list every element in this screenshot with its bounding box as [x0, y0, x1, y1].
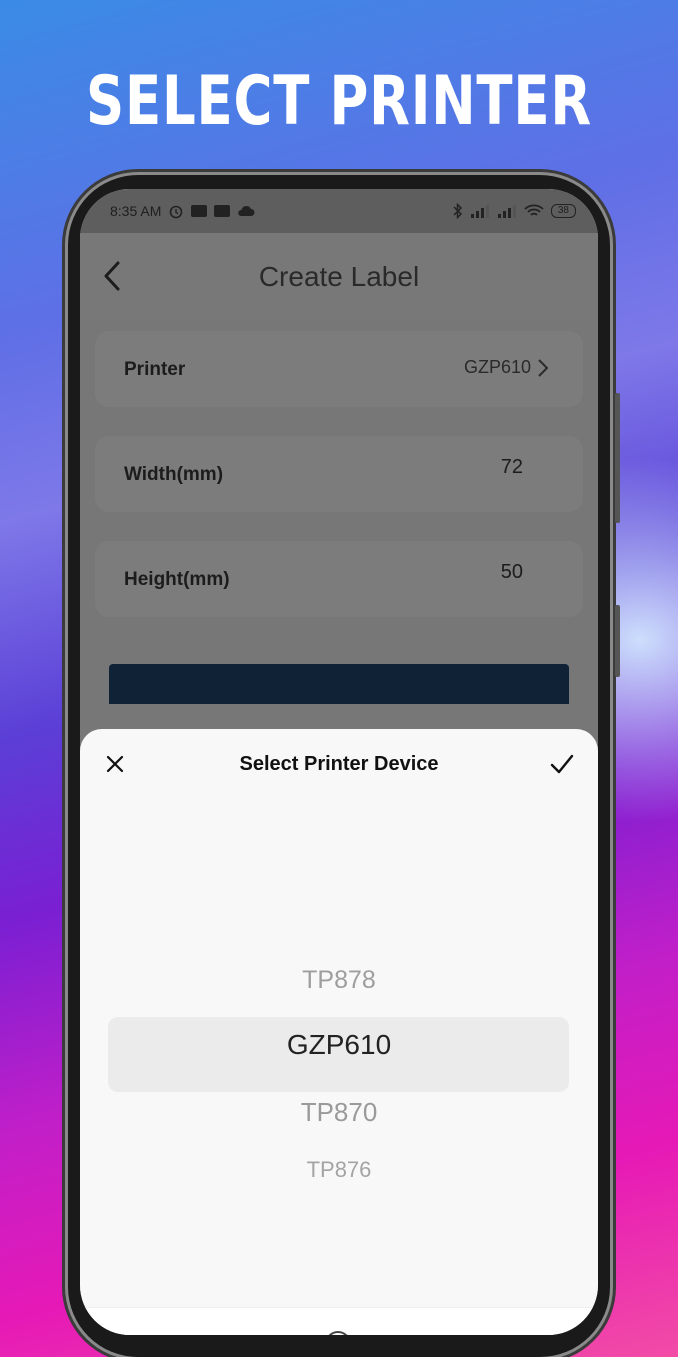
system-nav-bar	[80, 1307, 598, 1335]
bluetooth-icon	[453, 203, 462, 219]
promo-title: SELECT PRINTER	[85, 62, 593, 141]
power-button	[615, 605, 620, 677]
checkmark-icon[interactable]	[550, 753, 574, 775]
picker-option-selected[interactable]: GZP610	[80, 1029, 598, 1061]
chevron-right-icon	[538, 359, 549, 377]
select-printer-sheet: Select Printer Device TP878 GZP610 TP870…	[80, 729, 598, 1335]
height-row: Height(mm) 50	[95, 541, 583, 617]
sheet-title: Select Printer Device	[239, 753, 439, 775]
cloud-icon	[238, 205, 255, 216]
status-time: 8:35 AM	[110, 203, 162, 219]
width-input[interactable]: 72	[501, 456, 523, 479]
alarm-icon	[170, 205, 183, 219]
message-icon	[191, 205, 208, 217]
volume-button	[615, 393, 620, 523]
app-header: Create Label	[80, 233, 598, 319]
status-bar: 8:35 AM 38	[80, 189, 598, 233]
picker-option[interactable]: TP870	[80, 1097, 598, 1128]
phone-screen: 8:35 AM 38 Create Label Printer GZP610 W…	[80, 189, 598, 1335]
height-input[interactable]: 50	[501, 561, 523, 584]
height-label: Height(mm)	[124, 569, 230, 590]
printer-value: GZP610	[463, 357, 531, 377]
picker-option[interactable]: TP878	[80, 966, 598, 995]
width-label: Width(mm)	[124, 464, 224, 485]
printer-label: Printer	[124, 359, 186, 380]
page-title: Create Label	[258, 261, 420, 292]
printer-row[interactable]: Printer GZP610	[95, 331, 583, 407]
create-button[interactable]	[109, 664, 569, 704]
phone-frame: 8:35 AM 38 Create Label Printer GZP610 W…	[68, 175, 620, 1357]
width-row: Width(mm) 72	[95, 436, 583, 512]
signal-icon	[497, 205, 516, 218]
battery-icon: 38	[550, 204, 576, 218]
home-icon[interactable]	[325, 1331, 351, 1335]
message-icon	[214, 205, 231, 217]
signal-icon	[470, 205, 489, 218]
create-label-screen: Create Label Printer GZP610 Width(mm) 72…	[80, 233, 598, 1335]
wifi-icon	[524, 204, 544, 216]
picker-option[interactable]: TP876	[80, 1157, 598, 1183]
